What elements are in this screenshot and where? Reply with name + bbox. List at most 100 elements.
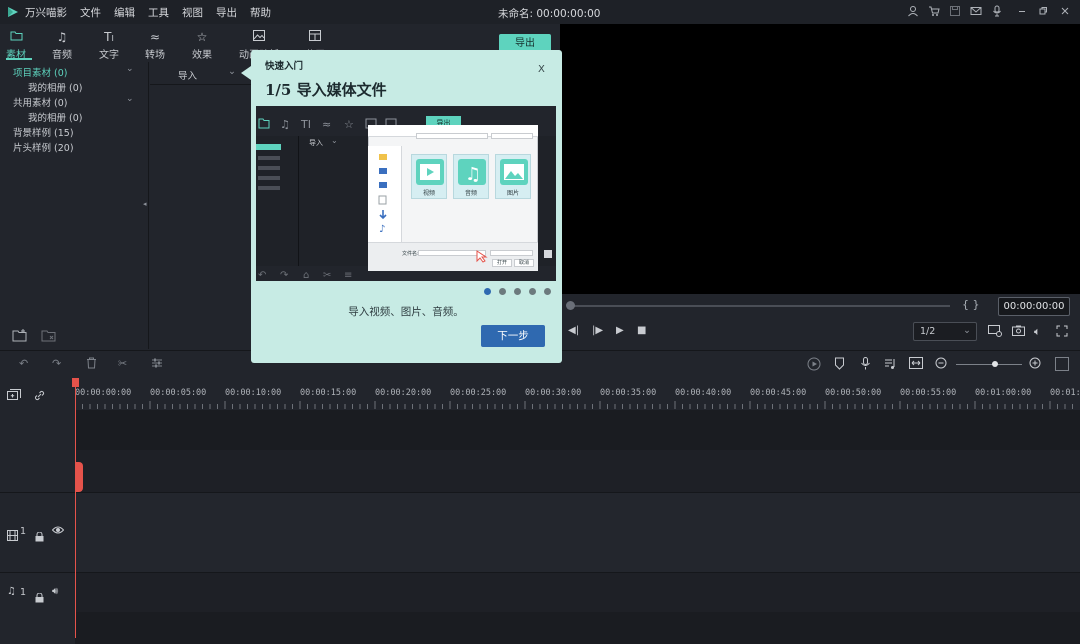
preview-player[interactable] — [560, 24, 1080, 294]
import-dropdown[interactable]: 导入 ⌄ — [150, 64, 250, 84]
step-dot[interactable] — [484, 288, 491, 295]
tab-transition[interactable]: ≈ 转场 — [135, 30, 175, 61]
popup-title: 1/5 导入媒体文件 — [265, 81, 387, 99]
user-icon[interactable] — [906, 5, 920, 19]
download-icon[interactable] — [990, 5, 1004, 19]
step-dot[interactable] — [499, 288, 506, 295]
cart-icon[interactable] — [927, 5, 941, 19]
prev-frame-icon[interactable]: ◀| — [568, 325, 579, 336]
render-preview-icon[interactable] — [807, 357, 821, 374]
link-icon[interactable] — [33, 387, 46, 406]
save-icon[interactable] — [948, 5, 962, 19]
ruler-label: 00:00:05:00 — [150, 388, 207, 398]
delete-icon[interactable] — [86, 357, 97, 372]
chevron-down-icon[interactable]: ⌄ — [126, 94, 134, 104]
mini-open-button: 打开 — [492, 259, 512, 267]
mini-import: 导入 — [309, 139, 323, 147]
mini-tile-label: 视频 — [422, 190, 435, 197]
delete-folder-icon[interactable] — [41, 327, 57, 346]
audio-track-lane[interactable] — [75, 572, 1080, 612]
menu-edit[interactable]: 编辑 — [114, 5, 135, 20]
lock-icon[interactable] — [35, 527, 44, 546]
record-voice-icon[interactable] — [860, 357, 871, 373]
next-step-button[interactable]: 下一步 — [481, 325, 545, 347]
mini-square — [544, 250, 552, 258]
adjust-icon[interactable] — [151, 357, 163, 372]
display-settings-icon[interactable] — [988, 325, 1002, 340]
fit-timeline-icon[interactable] — [909, 357, 923, 372]
chevron-down-icon[interactable]: ⌄ — [126, 64, 134, 74]
video-track-lane[interactable] — [75, 492, 1080, 572]
image-icon — [236, 30, 282, 44]
popup-close-button[interactable]: X — [538, 64, 545, 75]
mail-icon[interactable] — [969, 5, 983, 19]
menu-export[interactable]: 导出 — [216, 5, 237, 20]
ruler-label: 00:00:15:00 — [300, 388, 357, 398]
lock-icon[interactable] — [35, 588, 44, 607]
chevron-down-icon: ⌄ — [228, 66, 236, 77]
menu-tools[interactable]: 工具 — [148, 5, 169, 20]
tree-item-background-samples[interactable]: 背景样例 (15) — [13, 125, 74, 139]
add-track-icon[interactable] — [7, 387, 22, 406]
zoom-slider[interactable] — [956, 364, 1022, 365]
step-dot[interactable] — [544, 288, 551, 295]
audio-track-icon: ♫ — [7, 586, 16, 597]
tree-item-shared-album[interactable]: 我的相册 (0) — [28, 110, 82, 124]
mini-line — [258, 166, 280, 170]
redo-icon[interactable]: ↷ — [52, 357, 61, 370]
menu-help[interactable]: 帮助 — [250, 5, 271, 20]
ruler-label: 00:00:20:00 — [375, 388, 432, 398]
close-icon[interactable] — [1058, 5, 1072, 19]
tab-audio[interactable]: ♫ 音频 — [42, 30, 82, 61]
new-folder-icon[interactable] — [12, 327, 28, 346]
tree-item-project-media[interactable]: 项目素材 (0) — [13, 65, 67, 79]
menu-file[interactable]: 文件 — [80, 5, 101, 20]
step-dot[interactable] — [514, 288, 521, 295]
music-icon: ♫ — [56, 30, 68, 44]
play-icon[interactable]: ▶ — [616, 325, 624, 336]
preview-quality-dropdown[interactable]: 1/2 ⌄ — [913, 322, 977, 341]
zoom-slider-handle[interactable] — [992, 361, 998, 367]
tree-item-shared-media[interactable]: 共用素材 (0) — [13, 95, 67, 109]
speaker-icon[interactable]: 🔊︎ — [52, 586, 58, 597]
volume-icon[interactable]: 🔈︎ — [1034, 325, 1041, 339]
playhead[interactable] — [75, 378, 76, 638]
tab-label: 文字 — [99, 50, 119, 61]
zoom-in-icon[interactable] — [1029, 357, 1041, 372]
stop-icon[interactable]: ■ — [637, 325, 646, 336]
mini-path-bar — [416, 133, 488, 139]
audio-mixer-icon[interactable] — [884, 357, 897, 373]
mini-cursor-icon — [476, 250, 488, 263]
tab-text[interactable]: TI 文字 — [89, 30, 129, 61]
ruler-label: 00:00:30:00 — [525, 388, 582, 398]
tab-media[interactable]: 素材 — [0, 30, 36, 61]
playhead-drag-handle[interactable] — [75, 462, 83, 492]
snapshot-icon[interactable] — [1012, 325, 1025, 339]
minimize-icon[interactable] — [1015, 5, 1029, 19]
tree-item-intro-samples[interactable]: 片头样例 (20) — [13, 140, 74, 154]
empty-track-lane[interactable] — [75, 450, 1080, 492]
tutorial-illustration: ♫ TI ≈ ☆ 导出 导入 ⌄ ↶ ↷ ⌂ ✂ ≡ ♪ 视频 ♫ 音频 图片 … — [256, 106, 556, 281]
mark-in-out-icon[interactable]: { } — [962, 298, 980, 311]
restore-icon[interactable] — [1036, 5, 1050, 19]
tree-item-my-album[interactable]: 我的相册 (0) — [28, 80, 82, 94]
menu-view[interactable]: 视图 — [182, 5, 203, 20]
step-dot[interactable] — [529, 288, 536, 295]
next-frame-icon[interactable]: |▶ — [592, 325, 603, 336]
zoom-out-icon[interactable] — [935, 357, 947, 372]
fullscreen-icon[interactable] — [1056, 325, 1068, 340]
svg-text:♫: ♫ — [280, 118, 290, 130]
mini-sidebar-icons: ♪ — [378, 154, 387, 235]
undo-icon[interactable]: ↶ — [19, 357, 28, 370]
transition-icon: ≈ — [149, 30, 161, 44]
eye-icon[interactable] — [51, 525, 65, 538]
scrubber-handle[interactable] — [566, 301, 575, 310]
marker-icon[interactable] — [834, 357, 845, 373]
preview-scrubber[interactable] — [574, 305, 950, 307]
timeline-layout-icon[interactable] — [1055, 357, 1069, 371]
cut-icon[interactable]: ✂ — [118, 357, 127, 370]
playhead-marker[interactable] — [72, 378, 79, 387]
ruler-ticks — [75, 401, 1073, 409]
tab-effects[interactable]: ☆ 效果 — [182, 30, 222, 61]
collapse-panel-icon[interactable]: ◂ — [143, 200, 147, 208]
